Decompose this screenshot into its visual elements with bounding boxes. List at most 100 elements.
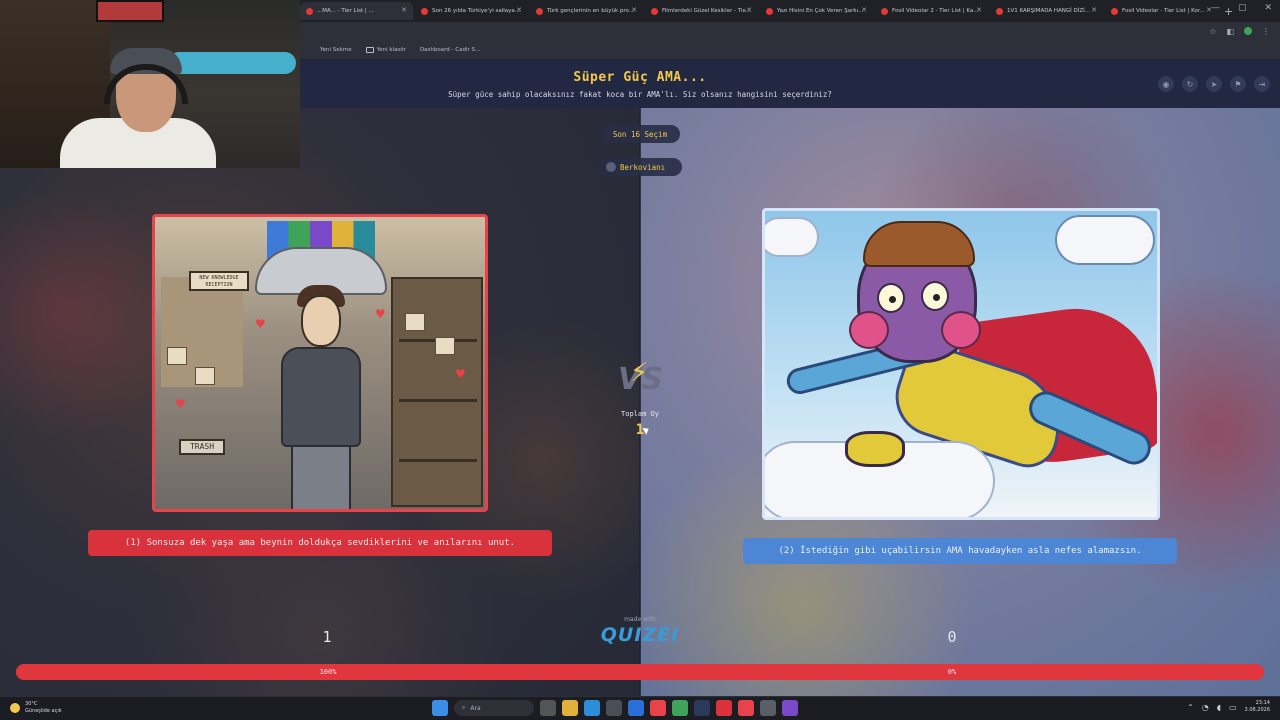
hero-eye-illustration xyxy=(921,281,949,311)
close-tab-icon[interactable]: ✕ xyxy=(976,6,982,14)
browser-tab[interactable]: Yazı Hisini En Çok Veren Şarkı... ✕ xyxy=(760,2,873,20)
option-2-caption[interactable]: (2) İstediğin gibi uçabilirsin AMA havad… xyxy=(743,538,1177,564)
brand-logo[interactable]: QUIZEI xyxy=(600,624,680,646)
maximize-button[interactable]: ▢ xyxy=(1238,3,1247,13)
app-icon[interactable] xyxy=(782,700,798,716)
option-2-card[interactable] xyxy=(762,208,1160,520)
neon-light-illustration xyxy=(168,52,296,74)
person-legs-illustration xyxy=(291,445,351,509)
user-badge: Berkovianı xyxy=(598,158,682,176)
bookmark-item[interactable]: Yeni Sekme xyxy=(320,47,352,53)
window-controls: — ▢ ✕ xyxy=(1211,3,1272,13)
menu-icon[interactable]: ⋮ xyxy=(1262,27,1270,36)
option-1-card[interactable]: NEW KNOWLEDGE RECEPTION TRASH ♥ ♥ ♥ ♥ xyxy=(152,214,488,512)
trash-sign: TRASH xyxy=(179,439,225,455)
browser-tab[interactable]: Fosil Videolar - Tier List | Kor... ✕ xyxy=(1105,2,1218,20)
hero-hair-illustration xyxy=(863,221,975,267)
extensions-icon[interactable]: ◧ xyxy=(1226,27,1234,36)
person-body-illustration xyxy=(281,347,361,447)
close-tab-icon[interactable]: ✕ xyxy=(746,6,752,14)
send-icon[interactable]: ➤ xyxy=(1206,76,1222,92)
option-1-vote-count: 1 xyxy=(322,628,332,646)
tab-favicon-icon xyxy=(1111,7,1118,15)
close-tab-icon[interactable]: ✕ xyxy=(1091,6,1097,14)
close-tab-icon[interactable]: ✕ xyxy=(401,6,407,14)
option-2-vote-count: 0 xyxy=(947,628,957,646)
cloud-illustration xyxy=(765,217,819,257)
hero-hand-illustration xyxy=(845,431,905,467)
app-icon[interactable] xyxy=(738,700,754,716)
star-icon[interactable]: ☆ xyxy=(1209,27,1216,36)
profile-avatar[interactable] xyxy=(1244,27,1252,35)
close-tab-icon[interactable]: ✕ xyxy=(516,6,522,14)
tray-chevron-icon[interactable]: ⌃ xyxy=(1187,703,1194,712)
option-1-progress-fill xyxy=(16,664,1264,680)
browser-tab[interactable]: Son 26 yılda Türkiye'yi sallaya... ✕ xyxy=(415,2,528,20)
app-icon[interactable] xyxy=(760,700,776,716)
option-1-caption[interactable]: (1) Sonsuza dek yaşa ama beynin doldukça… xyxy=(88,530,552,556)
volume-icon[interactable]: ◖ xyxy=(1217,703,1221,712)
close-tab-icon[interactable]: ✕ xyxy=(631,6,637,14)
browser-tab[interactable]: 1V1 KARŞIMADA HANGİ DİZİ... ✕ xyxy=(990,2,1103,20)
folder-icon xyxy=(365,46,374,53)
weather-widget[interactable]: 30°C Güneşlide açık xyxy=(10,701,62,715)
bookmark-folder[interactable]: Yeni klasör xyxy=(365,46,406,53)
photo-illustration xyxy=(435,337,455,355)
steam-icon[interactable] xyxy=(694,700,710,716)
avatar xyxy=(606,162,616,172)
mail-icon[interactable] xyxy=(628,700,644,716)
screen: ...MA... - Tier List | ... ✕ Son 26 yılda… xyxy=(0,0,1280,720)
heart-icon: ♥ xyxy=(455,367,466,381)
hero-eye-illustration xyxy=(877,283,905,313)
close-window-button[interactable]: ✕ xyxy=(1264,3,1272,13)
edge-icon[interactable] xyxy=(584,700,600,716)
browser-tab[interactable]: Filmlerdeki Güzel Kesikler - Tie... ✕ xyxy=(645,2,758,20)
browser-tab[interactable]: ...MA... - Tier List | ... ✕ xyxy=(300,2,413,20)
store-icon[interactable] xyxy=(606,700,622,716)
total-votes-label: Toplam Oy xyxy=(621,410,659,418)
option-1-percent: 100% xyxy=(319,668,337,676)
app-icon[interactable] xyxy=(672,700,688,716)
wifi-icon[interactable]: ◔ xyxy=(1202,703,1209,712)
heart-icon: ♥ xyxy=(255,317,266,331)
refresh-icon[interactable]: ↻ xyxy=(1182,76,1198,92)
webcam-overlay xyxy=(0,0,300,168)
cloud-illustration xyxy=(1055,215,1155,265)
tab-favicon-icon xyxy=(536,7,543,15)
browser-tab[interactable]: Türk gençlerinin en büyük pro... ✕ xyxy=(530,2,643,20)
tab-favicon-icon xyxy=(306,7,313,15)
app-icon[interactable] xyxy=(716,700,732,716)
vote-progress-bar: 100% 0% xyxy=(16,664,1264,680)
bookmark-item[interactable]: Dashboard - Cadir S... xyxy=(420,47,480,53)
taskbar-search[interactable]: ⌕ Ara xyxy=(454,700,534,716)
browser-tab[interactable]: Fosil Videolar 2 - Tier List | Ka... ✕ xyxy=(875,2,988,20)
close-tab-icon[interactable]: ✕ xyxy=(861,6,867,14)
tab-favicon-icon xyxy=(881,7,888,15)
knowledge-sign: NEW KNOWLEDGE RECEPTION xyxy=(189,271,249,291)
tab-favicon-icon xyxy=(766,7,773,15)
center-divider xyxy=(639,108,641,696)
header-actions: ◉ ↻ ➤ ⚑ ⇥ xyxy=(1158,76,1270,92)
flag-icon[interactable]: ⚑ xyxy=(1230,76,1246,92)
tab-favicon-icon xyxy=(651,7,658,15)
battery-icon[interactable]: ▭ xyxy=(1229,703,1237,712)
exit-icon[interactable]: ⇥ xyxy=(1254,76,1270,92)
sun-icon xyxy=(10,703,20,713)
photo-illustration xyxy=(167,347,187,365)
taskbar-apps: ⌕ Ara xyxy=(432,700,798,716)
windows-taskbar: 30°C Güneşlide açık ⌕ Ara ⌃ ◔ ◖ ▭ 23:14 3.0… xyxy=(0,696,1280,720)
file-explorer-icon[interactable] xyxy=(562,700,578,716)
minimize-button[interactable]: — xyxy=(1211,3,1220,13)
heart-icon: ♥ xyxy=(175,397,186,411)
tab-favicon-icon xyxy=(421,7,428,15)
task-view-icon[interactable] xyxy=(540,700,556,716)
heart-icon: ♥ xyxy=(375,307,386,321)
windows-start-icon[interactable] xyxy=(432,700,448,716)
hero-cheek-illustration xyxy=(849,311,889,349)
monitor-illustration xyxy=(96,0,164,22)
clock[interactable]: 23:14 3.08.2026 xyxy=(1245,700,1270,714)
tab-favicon-icon xyxy=(996,7,1003,15)
system-tray: ⌃ ◔ ◖ ▭ 23:14 3.08.2026 xyxy=(1187,700,1270,714)
chrome-icon[interactable] xyxy=(650,700,666,716)
eye-icon[interactable]: ◉ xyxy=(1158,76,1174,92)
